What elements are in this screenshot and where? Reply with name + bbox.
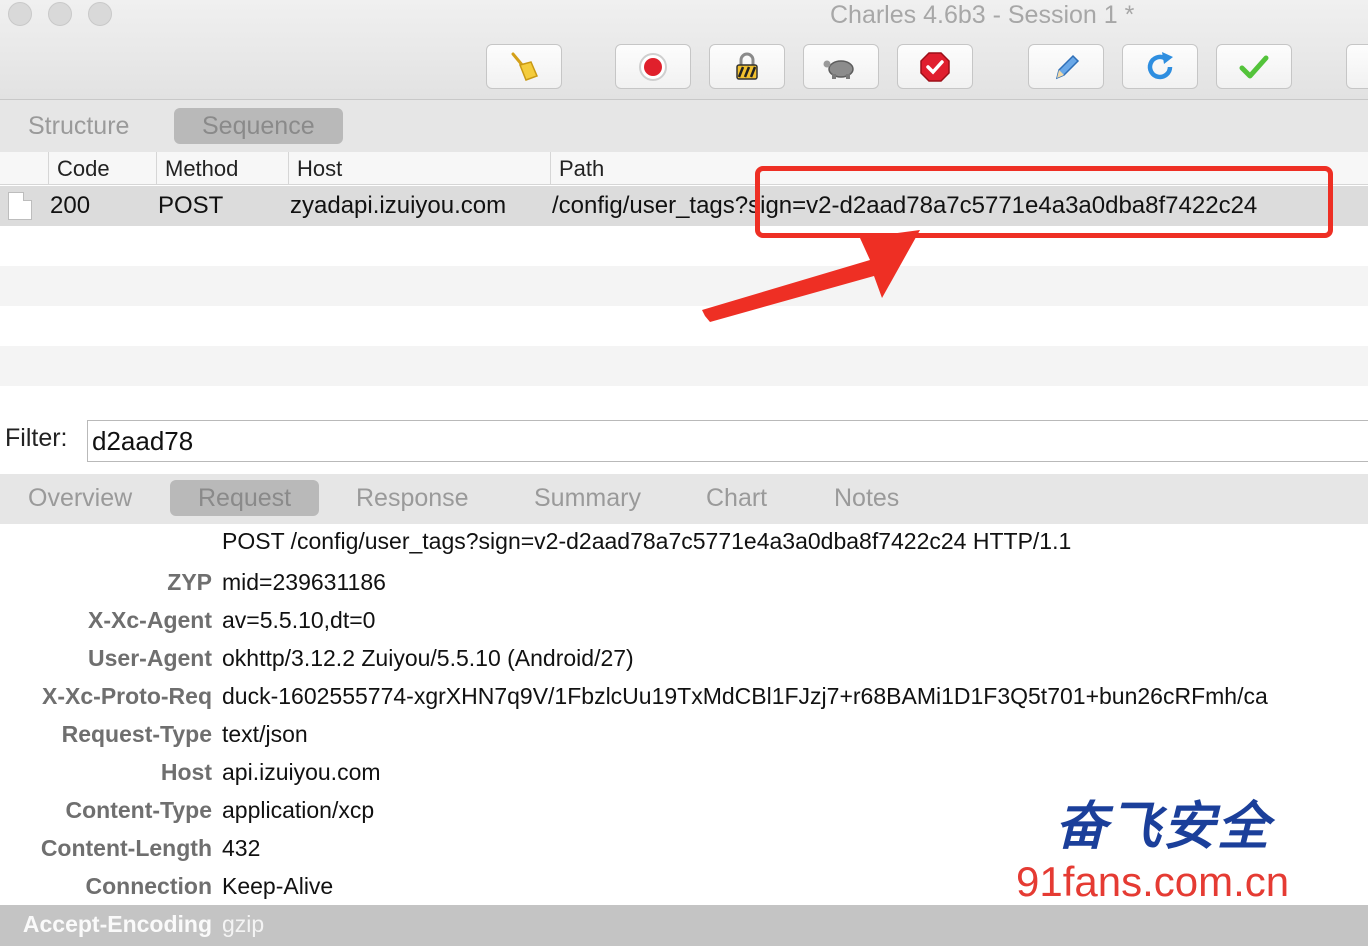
charles-window: Charles 4.6b3 - Session 1 * Structure Se…	[0, 0, 1368, 946]
ssl-proxying-button[interactable]	[709, 44, 785, 89]
tab-response[interactable]: Response	[328, 480, 497, 516]
tab-summary[interactable]: Summary	[506, 480, 669, 516]
tab-overview[interactable]: Overview	[0, 480, 160, 516]
header-value: api.izuiyou.com	[222, 759, 381, 785]
header-value: gzip	[222, 911, 265, 937]
refresh-icon	[1147, 51, 1173, 79]
title-bar: Charles 4.6b3 - Session 1 *	[0, 0, 1368, 100]
header-value: av=5.5.10,dt=0	[222, 607, 376, 633]
header-name: Connection	[85, 873, 213, 899]
throttling-button[interactable]	[803, 44, 879, 89]
minimize-window-button[interactable]	[48, 2, 72, 26]
header-name: User-Agent	[88, 645, 212, 671]
record-icon	[639, 52, 667, 81]
header-value: Keep-Alive	[222, 873, 334, 899]
validate-button[interactable]	[1216, 44, 1292, 89]
empty-row	[0, 266, 1368, 306]
red-arrow-annotation	[702, 230, 920, 322]
ssl-lock-icon	[736, 52, 758, 80]
breakpoint-icon	[920, 51, 950, 82]
header-row[interactable]: ZYP mid=239631186	[0, 563, 1368, 601]
filter-input[interactable]	[87, 420, 1368, 462]
close-window-button[interactable]	[8, 2, 32, 26]
header-name: Host	[160, 759, 212, 785]
header-name: Content-Type	[65, 797, 212, 823]
header-row[interactable]: Request-Type text/json	[0, 715, 1368, 753]
cell-method: POST	[158, 192, 224, 219]
header-value: 432	[222, 835, 261, 861]
watermark-chinese-text: 奋飞安全	[1055, 796, 1272, 857]
clear-session-button[interactable]	[486, 44, 562, 89]
header-name: X-Xc-Proto-Req	[42, 683, 212, 709]
tab-request[interactable]: Request	[170, 480, 320, 516]
tab-sequence[interactable]: Sequence	[174, 108, 343, 144]
header-value: mid=239631186	[222, 569, 386, 595]
watermark-url: 91fans.com.cn	[1016, 858, 1290, 905]
header-value: application/xcp	[222, 797, 375, 823]
header-row[interactable]: X-Xc-Agent av=5.5.10,dt=0	[0, 601, 1368, 639]
broom-icon	[511, 52, 539, 81]
header-value: text/json	[222, 721, 308, 747]
tab-notes[interactable]: Notes	[806, 480, 927, 516]
throttle-turtle-icon	[823, 59, 854, 79]
header-name: Request-Type	[61, 721, 212, 747]
column-header-host[interactable]: Host	[288, 152, 342, 185]
header-name: ZYP	[167, 569, 212, 595]
header-row[interactable]: User-Agent okhttp/3.12.2 Zuiyou/5.5.10 (…	[0, 639, 1368, 677]
detail-tab-bar: Overview Request Response Summary Chart …	[0, 474, 1368, 524]
header-name: X-Xc-Agent	[88, 607, 212, 633]
header-value: okhttp/3.12.2 Zuiyou/5.5.10 (Android/27)	[222, 645, 634, 671]
cell-code: 200	[50, 192, 91, 219]
window-title: Charles 4.6b3 - Session 1 *	[830, 1, 1135, 29]
tab-structure[interactable]: Structure	[0, 108, 157, 144]
check-icon	[1239, 55, 1269, 78]
column-header-code[interactable]: Code	[48, 152, 110, 185]
empty-row	[0, 346, 1368, 386]
view-tab-bar: Structure Sequence	[0, 100, 1368, 152]
breakpoints-button[interactable]	[897, 44, 973, 89]
empty-row	[0, 306, 1368, 346]
zoom-window-button[interactable]	[88, 2, 112, 26]
cell-host: zyadapi.izuiyou.com	[290, 192, 507, 219]
header-row[interactable]: X-Xc-Proto-Req duck-1602555774-xgrXHN7q9…	[0, 677, 1368, 715]
header-name: Content-Length	[40, 835, 212, 861]
header-row[interactable]: Accept-Encoding gzip	[0, 905, 1368, 946]
header-value: duck-1602555774-xgrXHN7q9V/1FbzlcUu19TxM…	[222, 683, 1268, 709]
tab-chart[interactable]: Chart	[678, 480, 795, 516]
pen-icon	[1055, 54, 1080, 79]
header-name: Accept-Encoding	[22, 911, 212, 937]
filter-label: Filter:	[5, 424, 68, 452]
compose-button[interactable]	[1028, 44, 1104, 89]
request-line: POST /config/user_tags?sign=v2-d2aad78a7…	[222, 528, 1072, 554]
record-button[interactable]	[615, 44, 691, 89]
document-icon	[8, 192, 32, 220]
repeat-button[interactable]	[1122, 44, 1198, 89]
column-header-method[interactable]: Method	[156, 152, 238, 185]
settings-button[interactable]	[1346, 44, 1368, 89]
